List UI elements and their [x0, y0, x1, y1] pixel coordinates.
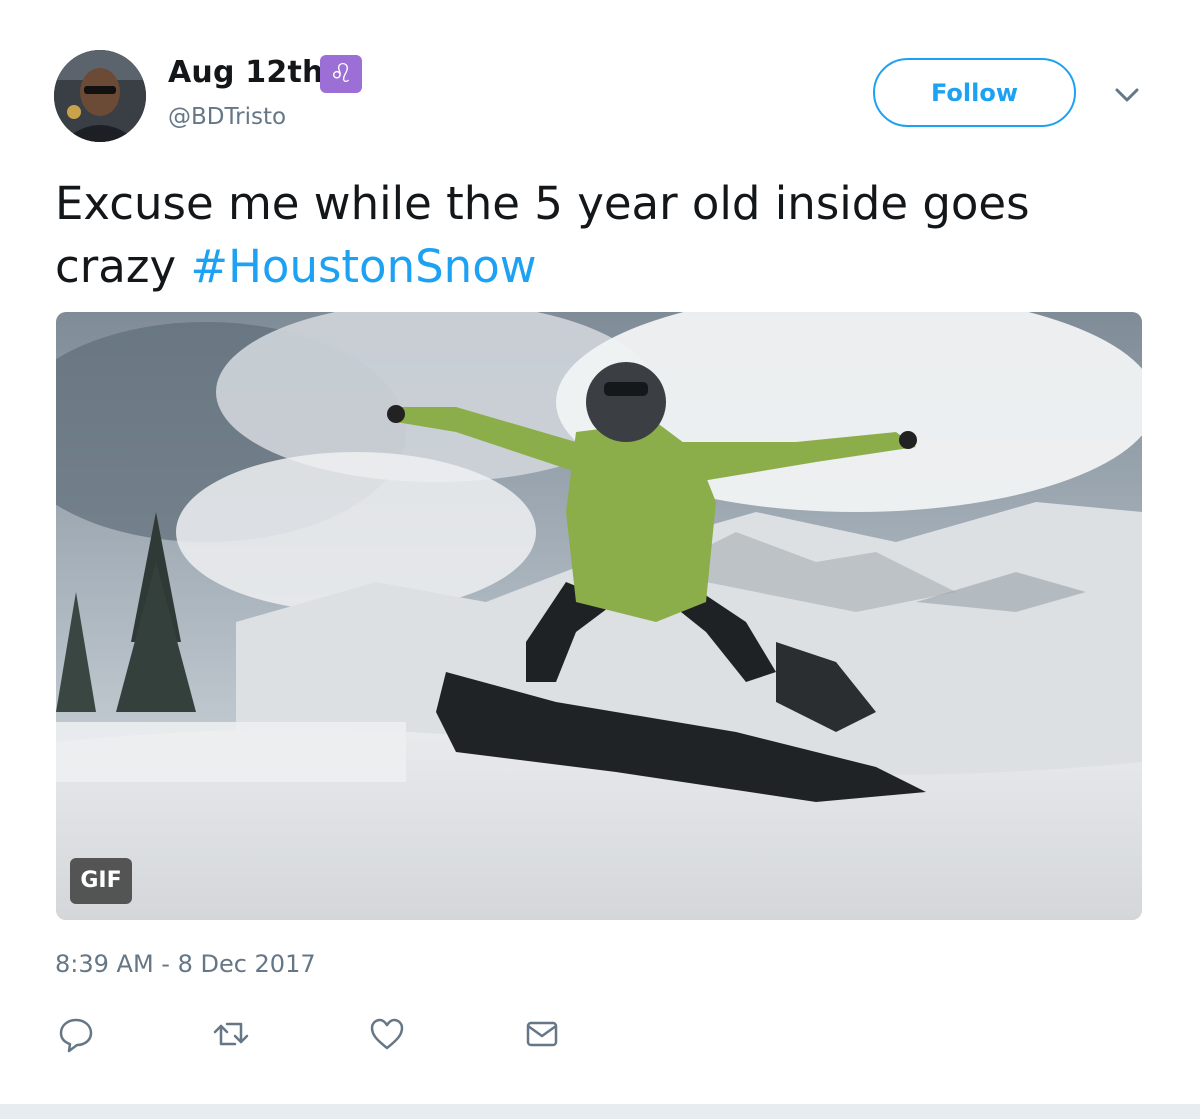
avatar[interactable] — [54, 50, 146, 142]
user-handle[interactable]: @BDTristo — [168, 104, 286, 130]
like-icon[interactable] — [367, 1014, 407, 1054]
tweet-text: Excuse me while the 5 year old inside go… — [55, 172, 1145, 298]
gif-snowmobile-image — [56, 312, 1142, 920]
hashtag-link[interactable]: #HoustonSnow — [190, 240, 536, 293]
gif-badge: GIF — [70, 858, 132, 904]
chevron-down-icon[interactable] — [1110, 80, 1144, 110]
display-name[interactable]: Aug 12th — [168, 55, 324, 90]
follow-button[interactable]: Follow — [873, 58, 1076, 127]
reply-icon[interactable] — [56, 1014, 96, 1054]
bottom-divider — [0, 1104, 1200, 1119]
tweet-timestamp[interactable]: 8:39 AM - 8 Dec 2017 — [55, 950, 316, 978]
gif-media[interactable]: GIF — [56, 312, 1142, 920]
retweet-icon[interactable] — [211, 1014, 251, 1054]
direct-message-icon[interactable] — [522, 1014, 562, 1054]
leo-sign-icon: ♌ — [320, 55, 362, 93]
